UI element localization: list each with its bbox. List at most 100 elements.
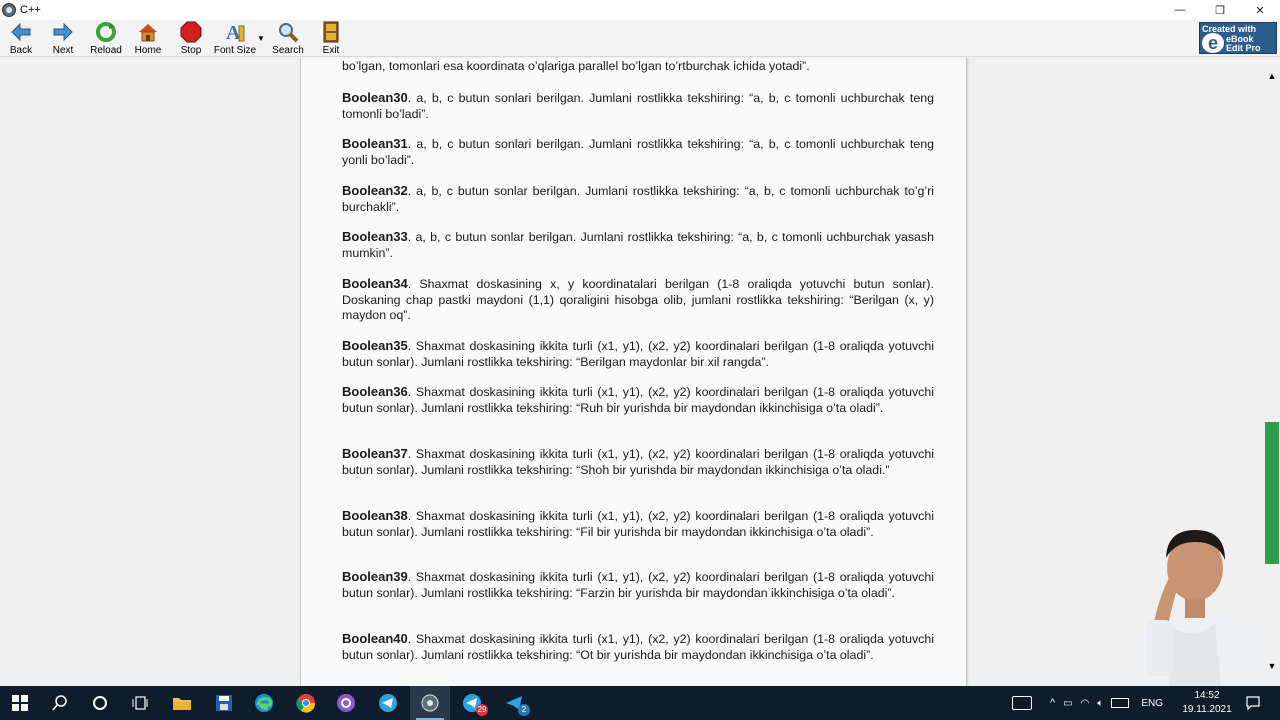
problem-text: . a, b, c butun sonlari berilgan. Jumlan… [342,137,934,167]
problem-title: Boolean38 [342,508,408,523]
next-button[interactable]: Next [43,21,83,57]
problem-text: . Shaxmat doskasining ikkita turli (x1, … [342,385,934,415]
font-size-button[interactable]: A Font Size [212,21,258,57]
magnifier-icon [277,21,299,43]
notifications-button[interactable] [1236,686,1270,720]
wifi-icon[interactable]: ◠ [1081,698,1090,709]
task-view-button[interactable] [120,686,160,720]
problem-text: . a, b, c butun sonlar berilgan. Jumlani… [342,230,934,260]
problem-boolean30: Boolean30. a, b, c butun sonlari berilga… [342,90,934,122]
ebook-app-icon [421,694,439,712]
github-icon [337,694,355,712]
document-page: bo’lgan, tomonlari esa koordinata o’qlar… [300,58,967,686]
problem-boolean33: Boolean33. a, b, c butun sonlar berilgan… [342,229,934,261]
problem-text: . Shaxmat doskasining ikkita turli (x1, … [342,447,934,477]
title-bar: C++ — ❐ ✕ [0,0,1280,20]
problem-text: . Shaxmat doskasining x, y koordinatalar… [342,277,934,322]
search-button[interactable]: Search [268,21,308,57]
system-tray: ^ ▭ ◠ 🔈︎ ENG [1012,686,1163,720]
cortana-icon [93,696,107,710]
problem-text: . Shaxmat doskasining ikkita turli (x1, … [342,339,934,369]
keyboard-icon[interactable] [1012,696,1032,710]
ebook-edit-pro-logo: Created with e eBook Edit Pro [1199,22,1277,54]
reload-icon [95,21,117,43]
notification-badge: 2 [518,704,530,716]
notification-badge: 29 [476,704,488,716]
back-button[interactable]: Back [1,21,41,57]
problem-title: Boolean35 [342,338,408,353]
window-title: C++ [20,4,41,16]
app-icon [2,3,16,17]
taskbar-search-button[interactable] [40,686,80,720]
problem-title: Boolean31 [342,136,408,151]
maximize-button[interactable]: ❐ [1200,0,1240,20]
chrome-icon [296,694,316,713]
back-arrow-icon [10,21,32,43]
edge-icon [255,694,273,712]
search-icon [52,695,67,711]
telegram-button[interactable]: 2 [494,686,534,720]
home-icon [137,21,159,43]
scroll-up-icon[interactable]: ▲ [1264,68,1280,84]
problem-boolean40: Boolean40. Shaxmat doskasining ikkita tu… [342,631,934,663]
language-indicator[interactable]: ENG [1141,698,1163,709]
close-button[interactable]: ✕ [1240,0,1280,20]
problem-boolean31: Boolean31. a, b, c butun sonlari berilga… [342,136,934,168]
problem-title: Boolean40 [342,631,408,646]
github-button[interactable] [326,686,366,720]
document-viewer: bo’lgan, tomonlari esa koordinata o’qlar… [0,58,1264,686]
clock-date: 19.11.2021 [1182,704,1232,715]
window-controls: — ❐ ✕ [1160,0,1280,20]
problem-text: . Shaxmat doskasining ikkita turli (x1, … [342,509,934,539]
volume-icon[interactable]: 🔈︎ [1097,698,1103,709]
minimize-button[interactable]: — [1160,0,1200,20]
save-app-button[interactable] [204,686,244,720]
font-size-icon: A [224,21,246,43]
next-arrow-icon [52,21,74,43]
ebook-app-button[interactable] [410,686,450,720]
stop-icon [180,21,202,43]
chevron-up-icon[interactable]: ^ [1050,697,1055,709]
start-button[interactable] [0,686,40,720]
cortana-button[interactable] [80,686,120,720]
problem-boolean35: Boolean35. Shaxmat doskasining ikkita tu… [342,338,934,370]
problem-title: Boolean34 [342,276,408,291]
battery-icon[interactable]: ▭ [1063,698,1072,709]
problem-text: . Shaxmat doskasining ikkita turli (x1, … [342,570,934,600]
problem-text: . a, b, c butun sonlari berilgan. Jumlan… [342,91,934,121]
file-explorer-icon [173,698,191,710]
exit-button[interactable]: Exit [311,21,351,57]
file-explorer-button[interactable] [162,686,202,720]
problem-title: Boolean37 [342,446,408,461]
problem-boolean37: Boolean37. Shaxmat doskasining ikkita tu… [342,446,934,478]
intro-tail-text: bo’lgan, tomonlari esa koordinata o’qlar… [342,59,810,73]
telegram-icon [379,694,397,712]
telegram-button[interactable]: 29 [452,686,492,720]
scroll-down-icon[interactable]: ▼ [1264,658,1280,674]
taskbar: 29 2 ^ ▭ ◠ 🔈︎ ENG 14:52 19.11.2021 [0,686,1280,720]
problem-text: . Shaxmat doskasining ikkita turli (x1, … [342,632,934,662]
vertical-scrollbar[interactable]: ▲ ▼ [1264,58,1280,686]
problem-boolean32: Boolean32. a, b, c butun sonlar berilgan… [342,183,934,215]
edge-button[interactable] [244,686,284,720]
telegram-button[interactable] [368,686,408,720]
problem-title: Boolean30 [342,90,408,105]
problem-title: Boolean33 [342,229,408,244]
task-view-icon [132,696,148,710]
reload-button[interactable]: Reload [86,21,126,57]
clock[interactable]: 14:52 19.11.2021 [1180,689,1234,717]
start-icon [12,695,28,711]
notification-center-icon [1246,696,1260,711]
clock-time: 14:52 [1194,690,1220,701]
input-panel-icon[interactable] [1111,698,1130,708]
chrome-button[interactable] [286,686,326,720]
font-size-dropdown-icon[interactable]: ▼ [257,34,265,43]
problem-title: Boolean32 [342,183,408,198]
problem-text: . a, b, c butun sonlar berilgan. Jumlani… [342,184,934,214]
scrollbar-thumb[interactable] [1265,422,1279,564]
toolbar: Back Next Reload Home Stop A Font Size ▼ [0,20,1280,57]
stop-button[interactable]: Stop [171,21,211,57]
problem-boolean36: Boolean36. Shaxmat doskasining ikkita tu… [342,384,934,416]
exit-door-icon [320,21,342,43]
home-button[interactable]: Home [128,21,168,57]
